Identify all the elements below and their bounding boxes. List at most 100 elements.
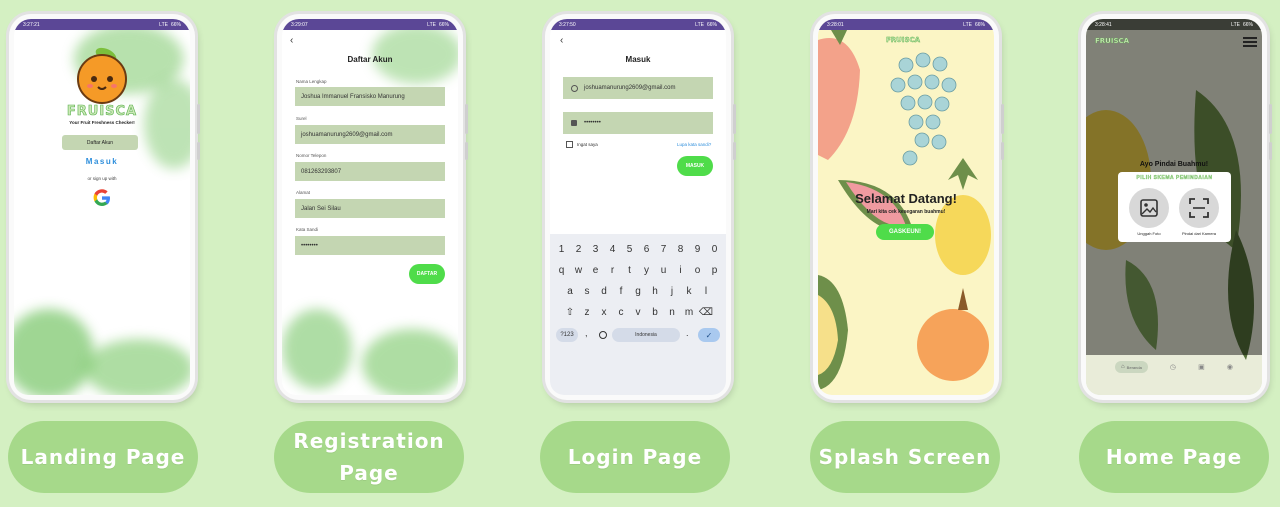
key-g[interactable]: g xyxy=(630,286,647,297)
bottom-navigation: ⌂ Beranda ◷ ▣ ◉ xyxy=(1086,355,1262,379)
start-button[interactable]: GASKEUN! xyxy=(876,224,934,240)
google-icon[interactable] xyxy=(92,188,112,208)
password-field[interactable]: •••••••• xyxy=(563,112,713,134)
phone-login: 3:27:50 LTE 66% ‹ Masuk joshuamanurung260… xyxy=(545,14,736,400)
upload-photo-button[interactable] xyxy=(1129,188,1169,228)
period-key[interactable]: . xyxy=(686,328,689,338)
tagline: Your Fruit Freshness Checker! xyxy=(69,120,135,125)
status-bar: 3:28:41 LTE 66% xyxy=(1086,19,1262,30)
symbols-key[interactable]: ?123 xyxy=(556,328,578,342)
key-p[interactable]: p xyxy=(706,265,723,276)
forgot-password-link[interactable]: Lupa kata sandi? xyxy=(677,142,711,147)
name-label: Nama Lengkap xyxy=(296,79,327,84)
key-7[interactable]: 7 xyxy=(655,244,672,255)
nav-home[interactable]: ⌂ Beranda xyxy=(1115,361,1148,373)
address-field[interactable]: Jalan Sei Silau xyxy=(295,199,445,218)
login-link[interactable]: Masuk xyxy=(14,157,190,166)
email-field[interactable]: joshuamanurung2609@gmail.com xyxy=(295,125,445,144)
key-c[interactable]: c xyxy=(613,307,630,318)
key-n[interactable]: n xyxy=(664,307,681,318)
network-label: LTE xyxy=(963,21,972,28)
keyboard-middle-row: asdfghjkl xyxy=(550,286,726,297)
key-d[interactable]: d xyxy=(596,286,613,297)
enter-check-icon[interactable]: ✓ xyxy=(698,328,720,342)
key-2[interactable]: 2 xyxy=(570,244,587,255)
login-submit-button[interactable]: MASUK xyxy=(677,156,713,176)
key-j[interactable]: j xyxy=(664,286,681,297)
key-t[interactable]: t xyxy=(621,265,638,276)
smoke-decoration xyxy=(282,309,352,389)
phone-landing: 3:27:21 LTE 66% FRUISCA Your Fruit Freshn… xyxy=(9,14,200,400)
network-label: LTE xyxy=(1231,21,1240,28)
key-y[interactable]: y xyxy=(638,265,655,276)
page-title: Daftar Akun xyxy=(347,55,393,64)
caption-registration-line: Registration xyxy=(293,429,445,453)
smoke-decoration xyxy=(84,339,190,395)
key-e[interactable]: e xyxy=(587,265,604,276)
battery-label: 66% xyxy=(1242,21,1253,28)
shift-key[interactable]: ⇧ xyxy=(562,307,579,318)
email-label: Surel xyxy=(296,116,307,121)
key-v[interactable]: v xyxy=(630,307,647,318)
register-button[interactable]: Daftar Akun xyxy=(62,135,138,150)
scan-camera-button[interactable] xyxy=(1179,188,1219,228)
smoke-decoration xyxy=(14,309,94,395)
key-l[interactable]: l xyxy=(698,286,715,297)
key-8[interactable]: 8 xyxy=(672,244,689,255)
registration-screen: 3:29:07 LTE 66% ‹ Daftar Akun Nama Lengka… xyxy=(282,19,458,395)
remember-checkbox[interactable] xyxy=(566,141,573,148)
key-b[interactable]: b xyxy=(647,307,664,318)
back-arrow-icon[interactable]: ‹ xyxy=(290,35,293,46)
scan-prompt: Ayo Pindai Buahmu! xyxy=(1139,161,1209,168)
email-field[interactable]: joshuamanurung2609@gmail.com xyxy=(563,77,713,99)
space-key[interactable]: Indonesia xyxy=(612,328,680,342)
comma-key[interactable]: , xyxy=(585,328,588,338)
key-m[interactable]: m xyxy=(681,307,698,318)
history-icon[interactable]: ◷ xyxy=(1170,363,1176,371)
key-z[interactable]: z xyxy=(579,307,596,318)
key-4[interactable]: 4 xyxy=(604,244,621,255)
key-0[interactable]: 0 xyxy=(706,244,723,255)
back-arrow-icon[interactable]: ‹ xyxy=(560,35,563,46)
key-u[interactable]: u xyxy=(655,265,672,276)
password-field[interactable]: •••••••• xyxy=(295,236,445,255)
key-i[interactable]: i xyxy=(672,265,689,276)
key-k[interactable]: k xyxy=(681,286,698,297)
key-6[interactable]: 6 xyxy=(638,244,655,255)
page-title: Masuk xyxy=(625,55,651,64)
key-f[interactable]: f xyxy=(613,286,630,297)
scan-camera-label: Pindai dari Kamera xyxy=(1181,231,1217,236)
globe-icon[interactable] xyxy=(599,331,607,339)
welcome-title: Selamat Datang! xyxy=(855,191,957,206)
login-screen: 3:27:50 LTE 66% ‹ Masuk joshuamanurung260… xyxy=(550,19,726,395)
key-w[interactable]: w xyxy=(570,265,587,276)
keyboard-bottom-row: ⇧ zxcvbnm ⌫ xyxy=(550,307,726,318)
article-icon[interactable]: ▣ xyxy=(1198,363,1205,371)
key-a[interactable]: a xyxy=(562,286,579,297)
key-5[interactable]: 5 xyxy=(621,244,638,255)
name-field[interactable]: Joshua Immanuel Fransisko Manurung xyxy=(295,87,445,106)
key-r[interactable]: r xyxy=(604,265,621,276)
caption-registration-line: Page xyxy=(339,461,399,485)
caption-splash-screen: Splash Screen xyxy=(810,421,1000,493)
status-bar: 3:27:50 LTE 66% xyxy=(550,19,726,30)
key-h[interactable]: h xyxy=(647,286,664,297)
lock-icon xyxy=(571,120,577,126)
key-s[interactable]: s xyxy=(579,286,596,297)
key-x[interactable]: x xyxy=(596,307,613,318)
status-bar: 3:29:07 LTE 66% xyxy=(282,19,458,30)
volume-button xyxy=(465,104,468,134)
profile-icon[interactable]: ◉ xyxy=(1227,363,1233,371)
key-1[interactable]: 1 xyxy=(553,244,570,255)
brand-logo: FRUISCA xyxy=(66,104,138,120)
register-submit-button[interactable]: DAFTAR xyxy=(409,264,445,284)
key-q[interactable]: q xyxy=(553,265,570,276)
key-9[interactable]: 9 xyxy=(689,244,706,255)
image-icon xyxy=(1140,199,1158,217)
hamburger-menu-icon[interactable] xyxy=(1243,37,1257,47)
key-o[interactable]: o xyxy=(689,265,706,276)
backspace-key[interactable]: ⌫ xyxy=(698,307,715,318)
power-button xyxy=(1001,142,1004,160)
phone-field[interactable]: 081263293807 xyxy=(295,162,445,181)
key-3[interactable]: 3 xyxy=(587,244,604,255)
